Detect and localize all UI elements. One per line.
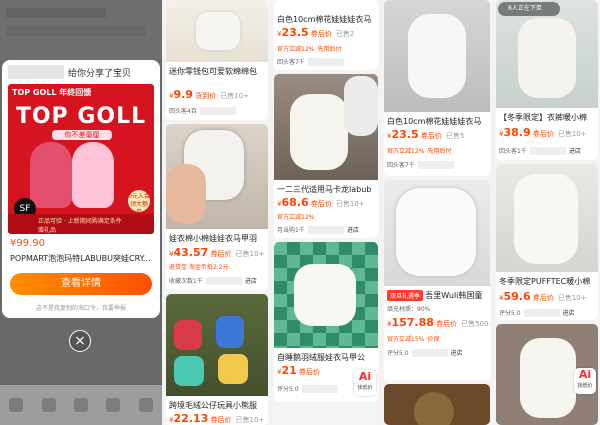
product-image: 8人正在下单: [496, 0, 598, 108]
shop-link[interactable]: 进店: [569, 146, 581, 155]
view-details-button[interactable]: 查看详情: [10, 273, 152, 295]
ai-label: 找低价: [357, 385, 373, 391]
product-service: 退货宝 淘金币抵2.2元: [169, 264, 229, 271]
product-service: 官方立减12%: [277, 214, 315, 221]
ai-icon: Ai: [578, 368, 592, 381]
product-card[interactable]: 迷你零钱包可爱软绵绵包 ¥9.9 货到价 已售10+ 回头客4百: [166, 0, 268, 120]
shop-link[interactable]: 进店: [245, 276, 257, 285]
product-image: [166, 0, 268, 62]
product-attr: 填充材质：90%: [387, 306, 431, 313]
profile-icon[interactable]: [138, 398, 153, 412]
product-card[interactable]: 双旦礼遇季 吾里Wuli韩国童 填充材质：90% ¥157.88 券后价 已售50…: [384, 180, 490, 380]
product-card[interactable]: 8人正在下单 【冬季限定】衣裤暖小棉 ¥38.9 券后价 已售10+ 回头客1千进…: [496, 0, 598, 160]
buying-banner: 8人正在下单: [498, 2, 560, 16]
share-sender-text: 给你分享了宝贝: [68, 68, 132, 79]
product-meta: 回头客1千 进店: [499, 146, 581, 155]
product-card[interactable]: 冬季限定PUFFTEC暖小棉 ¥59.6 券后价 已售10+ 评分5.0 进店: [496, 164, 598, 320]
product-service: 官方立减15% 价保: [387, 336, 440, 343]
product-price: ¥21 券后价: [277, 364, 321, 377]
product-card[interactable]: 一二三代适用马卡龙labub ¥68.6 券后价 已售10+ 官方立减12% 月当…: [274, 74, 378, 238]
product-title: 自睡鹅羽绒服娃衣马甲公: [277, 353, 365, 362]
product-meta: 回头客7千: [387, 160, 454, 169]
share-screen: 给你分享了宝贝 TOP GOLL 年终回馈 TOP GOLL 你不差毫厘 SF …: [0, 0, 162, 425]
video-icon[interactable]: [41, 398, 56, 412]
product-price: ¥23.5 券后价 已售2: [277, 26, 355, 39]
doll-figure: [72, 142, 114, 208]
ai-label: 找低价: [577, 383, 593, 389]
product-column-2: 迷你零钱包可爱软绵绵包 ¥9.9 货到价 已售10+ 回头客4百 娃衣棉小棉娃娃衣…: [164, 0, 270, 425]
promo-badge: 双旦礼遇季: [387, 290, 424, 301]
product-image: [274, 74, 378, 180]
share-price: ¥99.90: [10, 238, 45, 249]
product-price: ¥68.6 券后价 已售10+: [277, 196, 365, 209]
share-title: POPMART泡泡玛特LABUBU突娃CRY...: [10, 254, 151, 263]
product-meta: 评分5.0: [277, 384, 338, 393]
product-image: [274, 242, 378, 348]
product-meta: 收藏次数1千 进店: [169, 276, 257, 285]
product-column-3: 白色10cm棉花娃娃娃衣马 ¥23.5 券后价 已售2 官方立减12% 先用后付 回…: [272, 0, 380, 425]
product-card[interactable]: 娃衣棉小棉娃娃衣马甲羽 ¥43.57 券后价 已售10+ 退货宝 淘金币抵2.2元…: [166, 124, 268, 290]
report-note[interactable]: 这不是我复制的淘口令，我要举报: [2, 303, 160, 312]
product-price: ¥38.9 券后价 已售10+: [499, 126, 587, 139]
product-meta: 月当购1千 进店: [277, 225, 359, 234]
product-title: 娃衣棉小棉娃娃衣马甲羽: [169, 234, 257, 243]
shop-link[interactable]: 进店: [563, 308, 575, 317]
product-title: 吾里Wuli韩国童: [425, 291, 483, 300]
shop-link[interactable]: 进店: [347, 225, 359, 234]
product-column-5: 8人正在下单 【冬季限定】衣裤暖小棉 ¥38.9 券后价 已售10+ 回头客1千进…: [494, 0, 600, 425]
product-price: ¥43.57 券后价 已售10+: [169, 246, 265, 259]
shop-link[interactable]: 进店: [451, 348, 463, 357]
product-title-row: 双旦礼遇季 吾里Wuli韩国童: [387, 290, 482, 301]
product-meta: 回头客7千: [277, 57, 344, 66]
poster-logo: TOP GOLL: [15, 104, 147, 129]
product-meta: 评分5.0 进店: [387, 348, 463, 357]
ai-find-price-button[interactable]: Ai 找低价: [354, 370, 376, 396]
product-title: 白色10cm棉花娃娃娃衣马: [387, 117, 482, 126]
share-card: 给你分享了宝贝 TOP GOLL 年终回馈 TOP GOLL 你不差毫厘 SF …: [2, 60, 160, 318]
poster-subtitle: 你不差毫厘: [52, 130, 112, 140]
product-image: [384, 0, 490, 112]
product-image: [166, 124, 268, 229]
product-image: [384, 180, 490, 286]
product-price: ¥22.13 券后价 已售10+: [169, 412, 265, 425]
member-badge: 0元入会 领大额券: [128, 190, 150, 216]
product-poster[interactable]: TOP GOLL 年终回馈 TOP GOLL 你不差毫厘 SF 0元入会 领大额…: [8, 84, 154, 234]
home-icon[interactable]: [9, 398, 24, 412]
product-card[interactable]: 跨境毛绒公仔玩具小熊服 ¥22.13 券后价 已售10+: [166, 294, 268, 425]
bottom-tab-bar: [0, 385, 162, 425]
product-price: ¥9.9 货到价 已售10+: [169, 88, 249, 101]
product-title: 冬季限定PUFFTEC暖小棉: [499, 277, 591, 286]
product-meta: 评分5.0 进店: [499, 308, 575, 317]
close-icon[interactable]: ×: [69, 330, 91, 352]
product-card[interactable]: [384, 384, 490, 425]
product-service: 官方立减12% 先用后付: [387, 148, 452, 155]
product-image: [496, 164, 598, 272]
product-card[interactable]: 白色10cm棉花娃娃娃衣马 ¥23.5 券后价 已售2 官方立减12% 先用后付 回…: [274, 0, 378, 70]
product-title: 【冬季限定】衣裤暖小棉: [499, 113, 587, 122]
product-title: 跨境毛绒公仔玩具小熊服: [169, 401, 257, 410]
product-title: 迷你零钱包可爱软绵绵包: [169, 67, 257, 76]
product-column-4: 白色10cm棉花娃娃娃衣马 ¥23.5 券后价 已售5 官方立减12% 先用后付 回…: [382, 0, 492, 425]
share-header: 给你分享了宝贝: [2, 60, 160, 84]
ai-icon: Ai: [358, 370, 372, 383]
cart-icon[interactable]: [106, 398, 121, 412]
product-image: [166, 294, 268, 396]
product-card[interactable]: 白色10cm棉花娃娃娃衣马 ¥23.5 券后价 已售5 官方立减12% 先用后付 回…: [384, 0, 490, 176]
product-meta: 回头客4百: [169, 106, 236, 115]
sender-avatar: [8, 65, 64, 79]
product-card[interactable]: Ai 找低价: [496, 324, 598, 425]
poster-bar: 正品可验 · 上新期间购满足条件赠礼品: [8, 214, 154, 234]
product-price: ¥23.5 券后价 已售5: [387, 128, 465, 141]
doll-figure: [30, 142, 72, 208]
ai-find-price-button[interactable]: Ai 找低价: [574, 368, 596, 394]
product-price: ¥59.6 券后价 已售10+: [499, 290, 587, 303]
message-icon[interactable]: [73, 398, 88, 412]
product-title: 一二三代适用马卡龙labub: [277, 185, 372, 194]
poster-brand: TOP GOLL 年终回馈: [12, 88, 92, 97]
product-card[interactable]: 自睡鹅羽绒服娃衣马甲公 ¥21 券后价 评分5.0 Ai 找低价: [274, 242, 378, 402]
product-title: 白色10cm棉花娃娃娃衣马: [277, 15, 372, 24]
product-price: ¥157.88 券后价已售500+: [387, 316, 490, 329]
product-service: 官方立减12% 先用后付: [277, 46, 342, 53]
